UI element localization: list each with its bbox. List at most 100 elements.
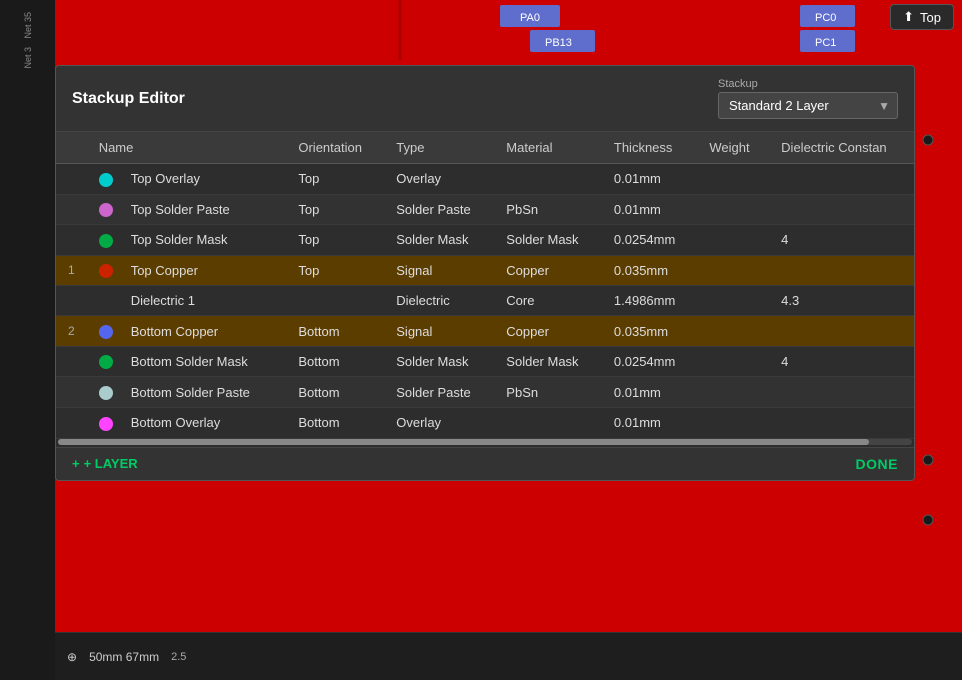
layer-color-dot	[99, 264, 113, 278]
table-row[interactable]: Top OverlayTopOverlay0.01mm	[56, 164, 914, 195]
row-color	[87, 255, 119, 286]
row-thickness[interactable]: 0.01mm	[602, 407, 697, 438]
scale-label: 2.5	[171, 651, 186, 663]
row-orientation: Bottom	[286, 377, 384, 408]
row-orientation: Bottom	[286, 316, 384, 347]
row-dielectric[interactable]: 4.3	[769, 286, 914, 316]
row-thickness[interactable]: 0.0254mm	[602, 225, 697, 256]
layer-color-dot	[99, 234, 113, 248]
row-dielectric[interactable]	[769, 255, 914, 286]
row-dielectric[interactable]	[769, 194, 914, 225]
row-orientation: Bottom	[286, 407, 384, 438]
row-color	[87, 377, 119, 408]
row-weight	[697, 164, 769, 195]
table-row[interactable]: 2Bottom CopperBottomSignalCopper0.035mm	[56, 316, 914, 347]
row-orientation: Top	[286, 225, 384, 256]
row-index	[56, 164, 87, 195]
row-material	[494, 164, 602, 195]
row-name[interactable]: Top Solder Mask	[119, 225, 287, 256]
col-name: Name	[87, 132, 287, 164]
table-row[interactable]: Bottom OverlayBottomOverlay0.01mm	[56, 407, 914, 438]
row-material: PbSn	[494, 377, 602, 408]
table-row[interactable]: Top Solder MaskTopSolder MaskSolder Mask…	[56, 225, 914, 256]
row-orientation	[286, 286, 384, 316]
row-orientation: Top	[286, 164, 384, 195]
col-thickness: Thickness	[602, 132, 697, 164]
zoom-coordinates: 50mm 67mm	[89, 650, 159, 664]
stackup-label: Stackup	[718, 78, 758, 90]
stackup-selector: Stackup Standard 2 Layer Standard 4 Laye…	[718, 78, 898, 119]
stackup-dropdown-wrapper[interactable]: Standard 2 Layer Standard 4 Layer Standa…	[718, 92, 898, 119]
row-name[interactable]: Top Solder Paste	[119, 194, 287, 225]
row-color	[87, 286, 119, 316]
scroll-bar-thumb	[58, 439, 869, 445]
table-row[interactable]: Bottom Solder MaskBottomSolder MaskSolde…	[56, 346, 914, 377]
svg-text:PC0: PC0	[815, 12, 836, 24]
row-thickness[interactable]: 0.035mm	[602, 316, 697, 347]
top-button-label: Top	[920, 10, 941, 25]
row-weight	[697, 255, 769, 286]
table-row[interactable]: Bottom Solder PasteBottomSolder PastePbS…	[56, 377, 914, 408]
horizontal-scrollbar[interactable]	[58, 439, 912, 445]
row-name[interactable]: Bottom Overlay	[119, 407, 287, 438]
row-thickness[interactable]: 0.035mm	[602, 255, 697, 286]
bottom-toolbar: ⊕ 50mm 67mm 2.5	[55, 632, 962, 680]
row-dielectric[interactable]	[769, 316, 914, 347]
row-thickness[interactable]: 1.4986mm	[602, 286, 697, 316]
row-material: Solder Mask	[494, 346, 602, 377]
upload-icon: ⬆	[903, 9, 914, 25]
zoom-label: 50mm 67mm	[89, 650, 159, 664]
row-dielectric[interactable]	[769, 164, 914, 195]
row-thickness[interactable]: 0.01mm	[602, 194, 697, 225]
layer-color-dot	[99, 417, 113, 431]
row-name[interactable]: Dielectric 1	[119, 286, 287, 316]
row-name[interactable]: Top Copper	[119, 255, 287, 286]
row-thickness[interactable]: 0.01mm	[602, 377, 697, 408]
done-button[interactable]: DONE	[856, 456, 898, 472]
row-index	[56, 346, 87, 377]
row-weight	[697, 316, 769, 347]
row-material: Copper	[494, 316, 602, 347]
stackup-dropdown[interactable]: Standard 2 Layer Standard 4 Layer Standa…	[718, 92, 898, 119]
col-material: Material	[494, 132, 602, 164]
row-name[interactable]: Bottom Copper	[119, 316, 287, 347]
row-thickness[interactable]: 0.01mm	[602, 164, 697, 195]
row-name[interactable]: Bottom Solder Mask	[119, 346, 287, 377]
layers-table: Name Orientation Type Material Thickness…	[56, 132, 914, 439]
add-layer-button[interactable]: + + LAYER	[72, 456, 138, 471]
row-thickness[interactable]: 0.0254mm	[602, 346, 697, 377]
col-type: Type	[384, 132, 494, 164]
row-dielectric[interactable]: 4	[769, 225, 914, 256]
modal-overlay: Stackup Editor Stackup Standard 2 Layer …	[55, 65, 952, 630]
col-weight: Weight	[697, 132, 769, 164]
row-orientation: Bottom	[286, 346, 384, 377]
row-name[interactable]: Top Overlay	[119, 164, 287, 195]
row-color	[87, 316, 119, 347]
layers-table-container[interactable]: Name Orientation Type Material Thickness…	[56, 132, 914, 439]
row-type: Solder Paste	[384, 377, 494, 408]
row-orientation: Top	[286, 194, 384, 225]
row-dielectric[interactable]	[769, 377, 914, 408]
table-row[interactable]: Top Solder PasteTopSolder PastePbSn0.01m…	[56, 194, 914, 225]
layer-color-dot	[99, 386, 113, 400]
svg-text:PB13: PB13	[545, 37, 572, 49]
row-dielectric[interactable]: 4	[769, 346, 914, 377]
top-button[interactable]: ⬆ Top	[890, 4, 954, 30]
row-type: Dielectric	[384, 286, 494, 316]
row-weight	[697, 194, 769, 225]
sidebar-net-label: Net 35	[23, 12, 33, 39]
row-color	[87, 164, 119, 195]
modal-footer: + + LAYER DONE	[56, 447, 914, 480]
col-dielectric: Dielectric Constan	[769, 132, 914, 164]
table-row[interactable]: 1Top CopperTopSignalCopper0.035mm	[56, 255, 914, 286]
row-orientation: Top	[286, 255, 384, 286]
row-name[interactable]: Bottom Solder Paste	[119, 377, 287, 408]
table-row[interactable]: Dielectric 1DielectricCore1.4986mm4.3	[56, 286, 914, 316]
row-color	[87, 407, 119, 438]
col-orientation: Orientation	[286, 132, 384, 164]
row-type: Solder Mask	[384, 225, 494, 256]
add-layer-label: + LAYER	[84, 456, 138, 471]
row-material	[494, 407, 602, 438]
row-dielectric[interactable]	[769, 407, 914, 438]
row-color	[87, 346, 119, 377]
